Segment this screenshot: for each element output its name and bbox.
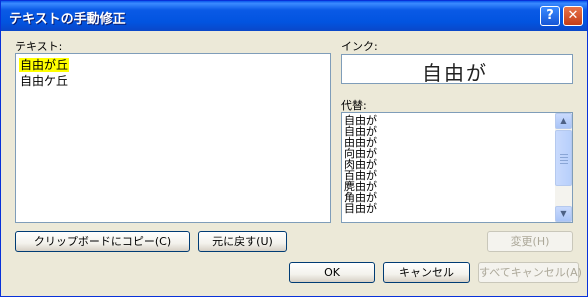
undo-button[interactable]: 元に戻す(U) [198, 231, 287, 252]
cancel-button[interactable]: キャンセル [383, 262, 470, 283]
scroll-thumb[interactable] [555, 130, 572, 186]
change-button[interactable]: 変更(H) [487, 231, 573, 252]
text-list-item[interactable]: 自由が丘 [19, 58, 70, 72]
ink-preview: 自由が [341, 54, 573, 85]
ink-handwriting: 自由が [422, 61, 488, 85]
text-list[interactable]: 自由が丘 自由ケ丘 [15, 53, 331, 223]
scroll-down-icon[interactable]: ▼ [555, 206, 572, 222]
correction-dialog: テキストの手動修正 ? ✕ テキスト: 自由が丘 自由ケ丘 インク: 自由が 代… [0, 0, 588, 297]
alternates-list[interactable]: 自由が 自由が 由由が 向由が 肉由が 百由が 麂由が 角由が 目由が ▲ ▼ [341, 112, 573, 223]
text-list-item[interactable]: 自由ケ丘 [19, 74, 69, 88]
help-button[interactable]: ? [540, 6, 560, 26]
grip-line [560, 157, 568, 158]
ok-button[interactable]: OK [289, 262, 375, 283]
alternates-label: 代替: [341, 99, 367, 112]
close-button[interactable]: ✕ [563, 6, 583, 26]
cancel-all-button[interactable]: すべてキャンセル(A) [478, 262, 582, 283]
text-label: テキスト: [15, 40, 63, 53]
alternate-item[interactable]: 目由が [344, 203, 377, 214]
grip-line [560, 163, 568, 164]
alternates-scrollbar[interactable]: ▲ ▼ [555, 113, 572, 222]
ink-label: インク: [341, 40, 378, 53]
title-bar[interactable]: テキストの手動修正 ? ✕ [1, 1, 587, 31]
scroll-up-icon[interactable]: ▲ [555, 113, 572, 129]
copy-to-clipboard-button[interactable]: クリップボードにコピー(C) [15, 231, 190, 252]
grip-line [560, 154, 568, 155]
window-title: テキストの手動修正 [9, 12, 126, 27]
grip-line [560, 160, 568, 161]
